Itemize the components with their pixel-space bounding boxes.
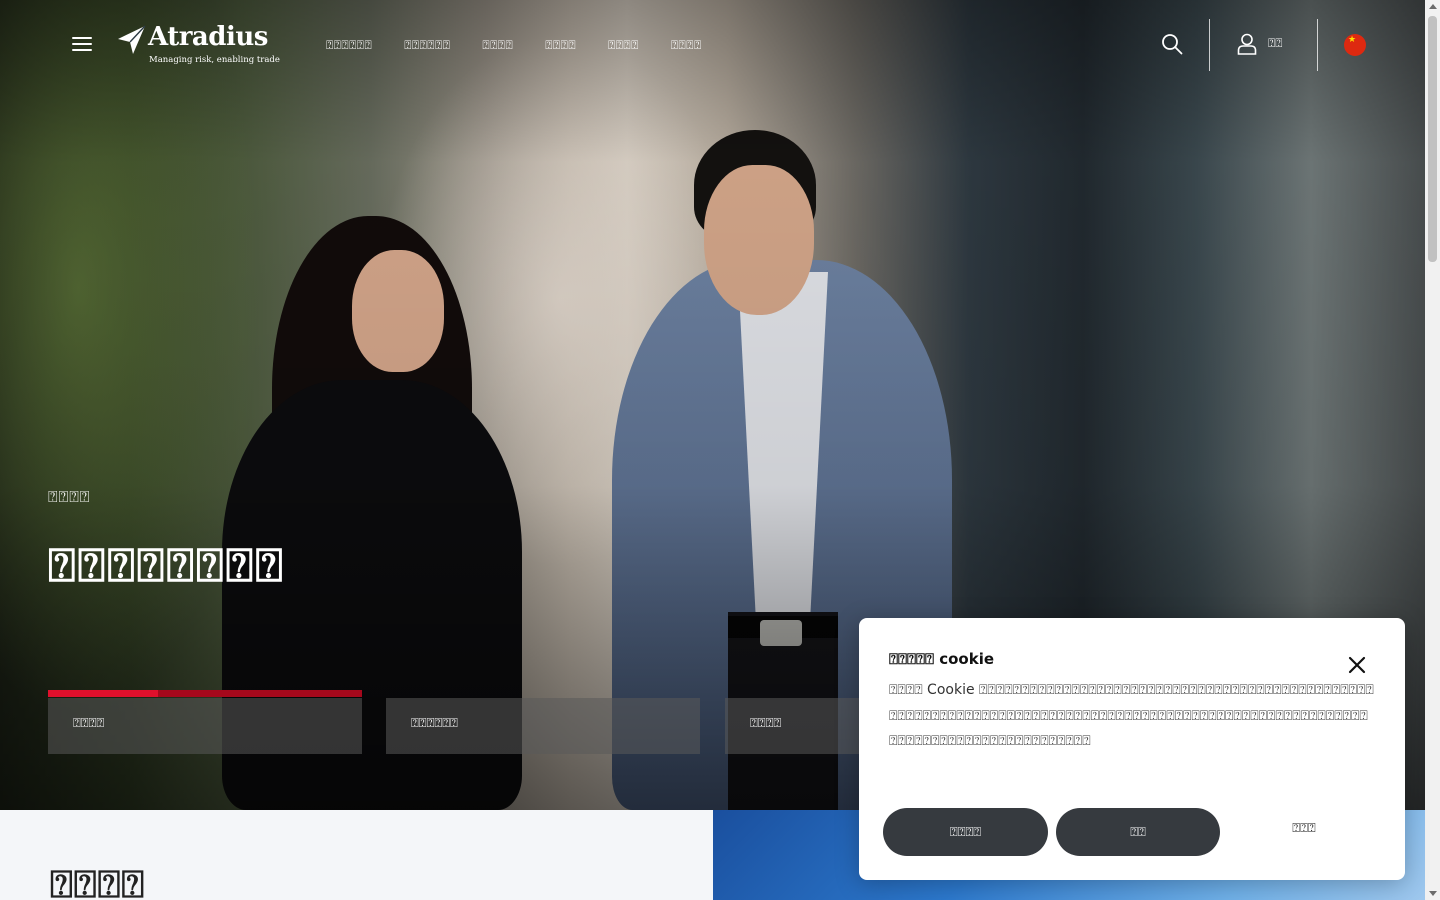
nav-item-3[interactable]: ⍰⍰⍰⍰ — [482, 38, 513, 53]
nav-item-5[interactable]: ⍰⍰⍰⍰ — [608, 38, 639, 53]
hero-tab-label: ⍰⍰⍰⍰⍰⍰ — [411, 716, 458, 731]
logo-tagline: Managing risk, enabling trade — [149, 55, 280, 65]
close-icon[interactable] — [1347, 655, 1367, 675]
section-title: ⍰⍰⍰⍰ — [50, 862, 146, 900]
nav-item-1[interactable]: ⍰⍰⍰⍰⍰⍰ — [326, 38, 372, 53]
cookie-accept-button[interactable]: ⍰⍰⍰⍰ — [883, 808, 1048, 856]
hero-tab-progress-fill — [48, 690, 158, 697]
main-nav: ⍰⍰⍰⍰⍰⍰ ⍰⍰⍰⍰⍰⍰ ⍰⍰⍰⍰ ⍰⍰⍰⍰ ⍰⍰⍰⍰ ⍰⍰⍰⍰ — [326, 38, 702, 53]
hero-tab-1[interactable]: ⍰⍰⍰⍰ — [48, 698, 362, 754]
hamburger-icon[interactable] — [72, 37, 92, 52]
scroll-down-arrow-icon[interactable] — [1429, 891, 1437, 896]
hero-tab-2[interactable]: ⍰⍰⍰⍰⍰⍰ — [386, 698, 700, 754]
china-flag-icon[interactable] — [1344, 34, 1366, 56]
cookie-settings-button[interactable]: ⍰⍰ — [1056, 808, 1220, 856]
header-divider — [1317, 19, 1318, 71]
nav-item-2[interactable]: ⍰⍰⍰⍰⍰⍰ — [404, 38, 450, 53]
hero-tab-label: ⍰⍰⍰⍰ — [73, 716, 105, 731]
search-icon[interactable] — [1161, 33, 1183, 55]
hero-tab-label: ⍰⍰⍰⍰ — [750, 716, 782, 731]
page-scrollbar[interactable] — [1425, 0, 1440, 900]
cookie-title: ⍰⍰⍰⍰⍰ cookie — [889, 650, 995, 668]
header-divider — [1209, 19, 1210, 71]
login-link[interactable]: ⍰⍰ — [1268, 36, 1282, 51]
site-logo[interactable]: Atradius Managing risk, enabling trade — [116, 22, 280, 68]
hero-title: ⍰⍰⍰⍰⍰⍰⍰⍰ — [48, 538, 285, 592]
cookie-reject-button[interactable]: ⍰⍰⍰ — [1228, 804, 1380, 852]
hero-eyebrow: ⍰⍰⍰⍰ — [48, 487, 91, 506]
nav-item-6[interactable]: ⍰⍰⍰⍰ — [671, 38, 702, 53]
scroll-up-arrow-icon[interactable] — [1429, 4, 1437, 9]
user-icon[interactable] — [1237, 33, 1257, 55]
logo-name: Atradius — [148, 22, 268, 52]
nav-item-4[interactable]: ⍰⍰⍰⍰ — [545, 38, 576, 53]
cookie-dialog: ⍰⍰⍰⍰⍰ cookie ⍰⍰⍰⍰ Cookie ⍰⍰⍰⍰⍰⍰⍰⍰⍰⍰⍰⍰⍰⍰⍰… — [859, 618, 1405, 880]
scrollbar-thumb[interactable] — [1428, 16, 1437, 262]
atradius-logo-icon — [118, 25, 146, 54]
cookie-body-text: ⍰⍰⍰⍰ Cookie ⍰⍰⍰⍰⍰⍰⍰⍰⍰⍰⍰⍰⍰⍰⍰⍰⍰⍰⍰⍰⍰⍰⍰⍰⍰⍰⍰⍰… — [889, 682, 1374, 749]
